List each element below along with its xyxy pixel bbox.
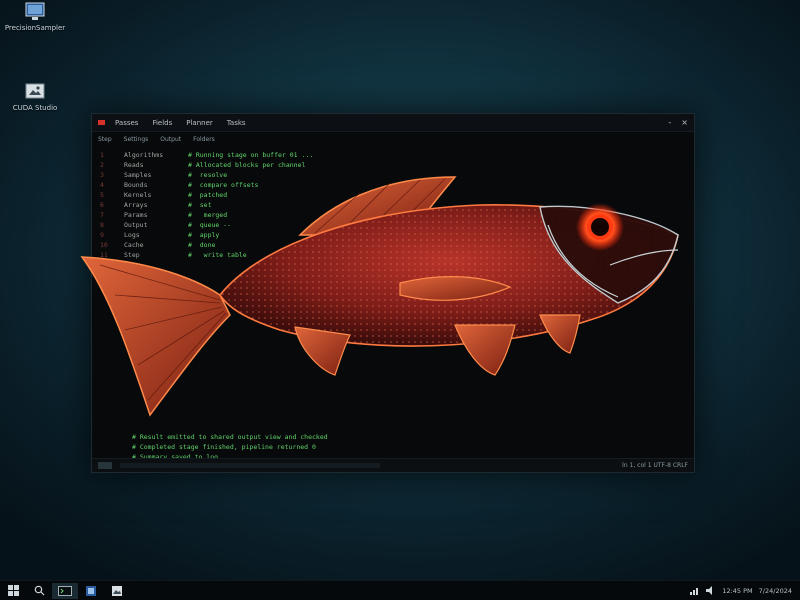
minimize-button[interactable]: -	[668, 118, 671, 127]
image-icon	[112, 585, 122, 596]
desktop-icon-label: PrecisionSampler	[4, 24, 66, 32]
menu-bar: Passes Fields Planner Tasks	[115, 119, 246, 127]
fish-rear-fin	[539, 314, 581, 354]
fish-artwork	[80, 176, 679, 417]
image-icon	[25, 83, 45, 99]
menu-item[interactable]: Fields	[152, 119, 172, 127]
status-block	[98, 462, 112, 469]
network-icon[interactable]	[690, 586, 700, 595]
subbar-item[interactable]: Step	[98, 136, 112, 143]
line-label: Algorithms	[124, 151, 164, 159]
status-bar: ln 1, col 1 UTF-8 CRLF	[92, 458, 694, 472]
desktop-icon-label: CUDA Studio	[12, 104, 58, 112]
status-text: ln 1, col 1 UTF-8 CRLF	[622, 462, 688, 469]
taskbar-image-button[interactable]	[104, 583, 130, 599]
subbar-item[interactable]: Folders	[193, 136, 215, 143]
search-icon	[34, 585, 44, 596]
taskbar: 12:45 PM 7/24/2024	[0, 580, 800, 600]
line-output: # Running stage on buffer 01 ...	[188, 151, 314, 159]
system-tray: 12:45 PM 7/24/2024	[690, 586, 800, 595]
start-button[interactable]	[0, 583, 26, 599]
status-track	[120, 463, 380, 468]
app-icon	[86, 585, 96, 596]
subbar-item[interactable]: Output	[160, 136, 181, 143]
start-icon	[7, 585, 19, 596]
app-icon	[98, 120, 105, 125]
desktop-icon-studio[interactable]: CUDA Studio	[0, 82, 70, 112]
taskbar-terminal-button[interactable]	[52, 582, 78, 599]
sub-toolbar: Step Settings Output Folders	[92, 132, 694, 146]
fish-pelvic-fin	[454, 324, 516, 376]
subbar-item[interactable]: Settings	[124, 136, 149, 143]
window-controls: - ×	[668, 118, 688, 127]
menu-item[interactable]: Passes	[115, 119, 138, 127]
line-number: 1	[100, 151, 104, 159]
terminal-line: 1 Algorithms # Running stage on buffer 01 …	[100, 150, 686, 160]
tray-time[interactable]: 12:45 PM	[722, 587, 752, 595]
terminal-icon	[58, 585, 72, 596]
search-button[interactable]	[26, 583, 52, 599]
desktop-icon-app[interactable]: PrecisionSampler	[0, 2, 70, 32]
close-button[interactable]: ×	[681, 118, 688, 127]
volume-icon[interactable]	[706, 586, 716, 595]
output-line: # Result emitted to shared output view a…	[132, 433, 328, 441]
output-line: # Completed stage finished, pipeline ret…	[132, 443, 316, 451]
menu-item[interactable]: Tasks	[227, 119, 246, 127]
monitor-icon	[25, 2, 45, 20]
taskbar-app-button[interactable]	[78, 583, 104, 599]
fish-eye	[587, 214, 613, 240]
fish-anal-fin	[294, 326, 351, 376]
menu-item[interactable]: Planner	[186, 119, 213, 127]
tray-date[interactable]: 7/24/2024	[759, 587, 792, 595]
title-bar: Passes Fields Planner Tasks - ×	[92, 114, 694, 132]
